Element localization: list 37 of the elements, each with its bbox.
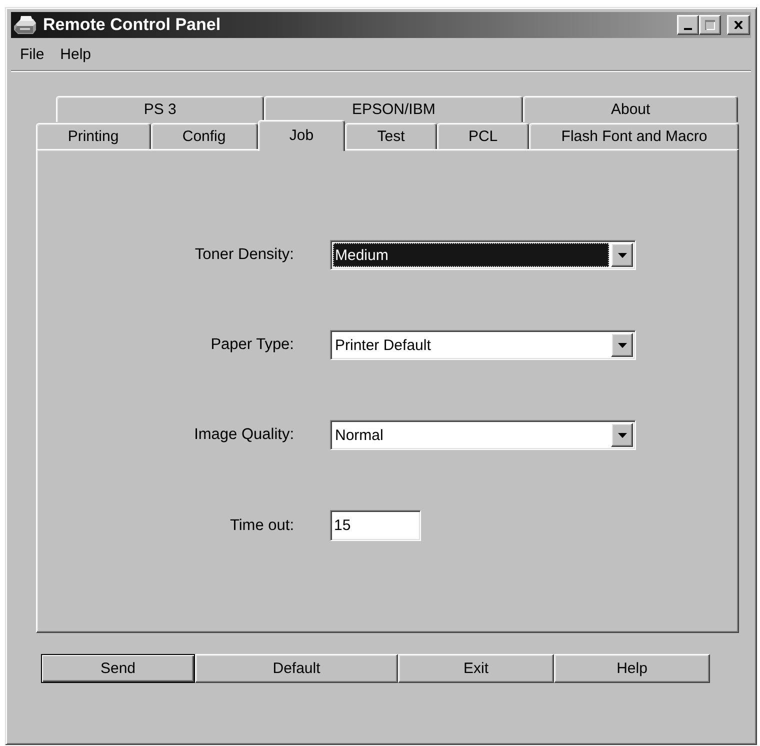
dialog-button[interactable]: Exit [398,654,554,683]
dropdown-button[interactable] [611,423,633,447]
dialog-button[interactable]: Help [554,654,710,683]
tab[interactable]: Test [345,123,437,149]
field-label: Toner Density: [194,246,294,264]
dropdown-value: Medium [333,243,609,267]
tab[interactable]: PS 3 [56,96,264,122]
caret-down-icon [618,432,626,438]
dropdown-value: Printer Default [334,336,432,356]
dropdown-button[interactable] [611,333,633,357]
dialog-button[interactable]: Default [195,654,398,683]
menu-item[interactable]: File [12,44,52,64]
caret-down-icon [618,252,626,258]
tab[interactable]: Flash Font and Macro [529,123,740,149]
dropdown-button[interactable] [611,243,633,267]
dropdown-value: Normal [334,426,384,446]
tab[interactable]: PCL [436,123,530,149]
tab[interactable]: Job [258,120,346,151]
caret-down-icon [618,342,626,348]
field-label: Time out: [230,516,294,534]
dialog-button[interactable]: Send [41,654,195,683]
menu-item[interactable]: Help [52,44,100,64]
close-button[interactable] [727,15,750,35]
dropdown[interactable]: Printer Default [330,330,636,360]
dropdown[interactable]: Normal [330,420,636,450]
tab[interactable]: EPSON/IBM [264,96,524,122]
tab[interactable]: About [523,96,738,122]
input-field[interactable]: 15 [330,510,421,541]
printer-icon [13,15,37,35]
window-title: Remote Control Panel [43,15,222,35]
maximize-button[interactable] [699,15,721,35]
field-label: Paper Type: [210,336,294,354]
tab[interactable]: Printing [36,123,151,149]
field-label: Image Quality: [194,426,294,444]
tab[interactable]: Config [150,123,258,149]
minimize-button[interactable] [677,15,699,35]
dropdown[interactable]: Medium [330,240,636,270]
